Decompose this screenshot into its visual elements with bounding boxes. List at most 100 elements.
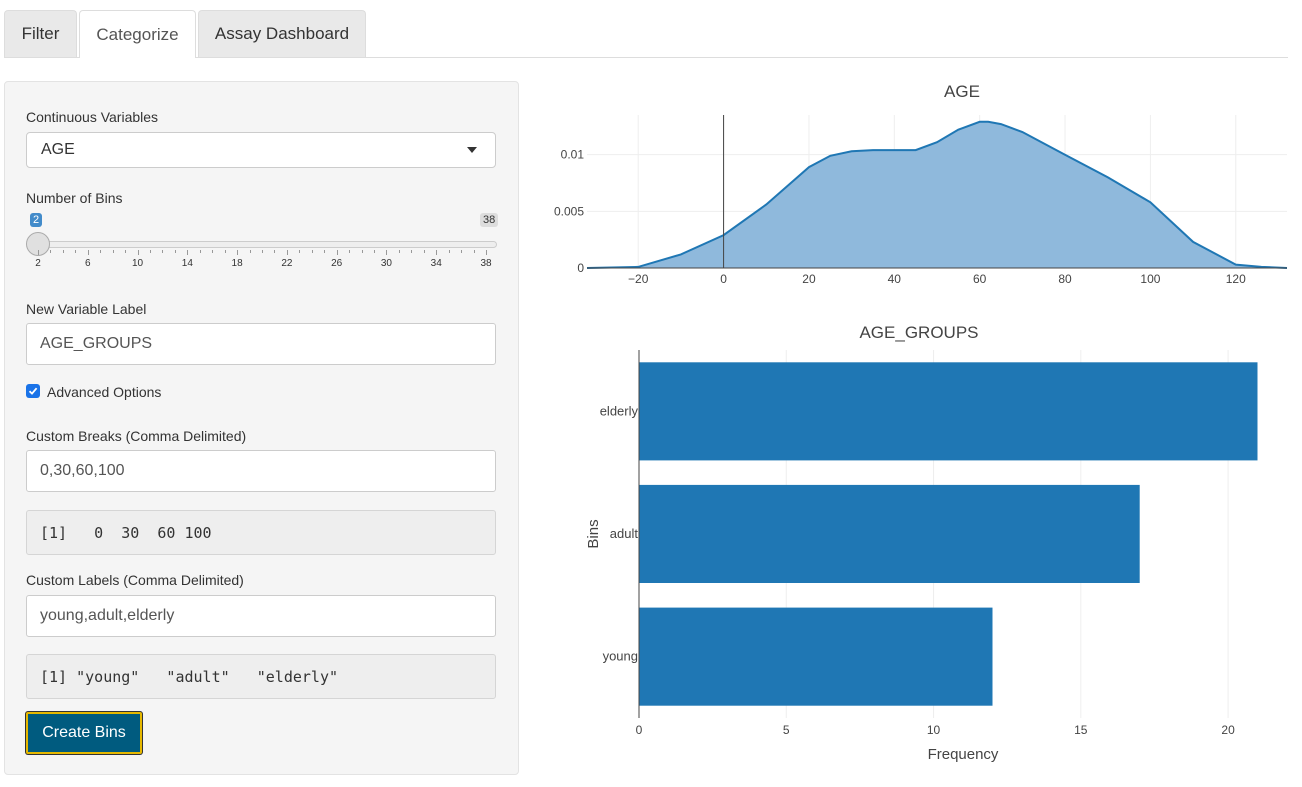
slider-tick bbox=[486, 250, 487, 255]
bins-slider-track[interactable] bbox=[35, 241, 497, 248]
slider-minor-tick bbox=[162, 250, 164, 253]
y-tick-label: 0 bbox=[577, 261, 584, 275]
slider-minor-tick bbox=[125, 250, 127, 253]
number-of-bins-label: Number of Bins bbox=[26, 190, 123, 206]
slider-minor-tick bbox=[100, 250, 102, 253]
slider-tick bbox=[237, 250, 239, 255]
density-area bbox=[587, 121, 1287, 268]
continuous-variables-value: AGE bbox=[41, 141, 75, 158]
slider-minor-tick bbox=[324, 250, 326, 253]
slider-minor-tick bbox=[274, 250, 276, 253]
slider-max-badge: 38 bbox=[480, 213, 499, 227]
chart-title: AGE_GROUPS bbox=[859, 323, 978, 342]
category-label: young bbox=[603, 649, 638, 664]
age-density-chart: −20 0 20 40 60 80 100 120 0 0.005 0.01 AGE bbox=[554, 82, 1288, 286]
slider-min-badge: 2 bbox=[30, 213, 43, 227]
continuous-variables-label: Continuous Variables bbox=[26, 109, 159, 125]
slider-tick bbox=[436, 250, 438, 255]
slider-tick-label: 26 bbox=[331, 258, 343, 269]
slider-minor-tick bbox=[262, 250, 263, 253]
slider-tick-label: 14 bbox=[181, 258, 193, 269]
custom-breaks-output: [1] 0 30 60 100 bbox=[26, 510, 496, 555]
slider-minor-tick bbox=[448, 250, 450, 253]
age-groups-bar-chart: young adult elderly 0 5 10 15 20 Frequency Bins AG… bbox=[585, 323, 1258, 763]
slider-tick-label: 22 bbox=[281, 258, 293, 269]
x-tick-label: 40 bbox=[888, 272, 902, 286]
slider-minor-tick bbox=[374, 250, 375, 253]
sidebar-panel: Continuous Variables AGE Number of Bins … bbox=[4, 81, 519, 775]
slider-minor-tick bbox=[212, 250, 214, 253]
tab-bar: Filter Categorize Assay Dashboard bbox=[4, 10, 1288, 58]
slider-minor-tick bbox=[249, 250, 251, 253]
slider-tick bbox=[336, 250, 338, 255]
custom-labels-input[interactable]: young,adult,elderly bbox=[26, 595, 496, 637]
slider-tick-label: 10 bbox=[131, 258, 144, 269]
slider-minor-tick bbox=[75, 250, 77, 253]
x-tick-label: 120 bbox=[1226, 272, 1246, 286]
slider-minor-tick bbox=[473, 250, 475, 253]
continuous-variables-select[interactable]: AGE bbox=[26, 132, 496, 168]
slider-minor-tick bbox=[199, 250, 201, 253]
slider-tick bbox=[286, 250, 288, 255]
slider-tick bbox=[386, 250, 388, 255]
slider-minor-tick bbox=[398, 250, 400, 253]
slider-tick-label: 2 bbox=[35, 258, 41, 269]
advanced-options-checkbox[interactable] bbox=[26, 384, 40, 398]
slider-minor-tick bbox=[411, 250, 413, 253]
checkmark-icon bbox=[28, 387, 38, 395]
slider-minor-tick bbox=[112, 250, 114, 253]
bar-young bbox=[639, 607, 993, 706]
tab-assay-dashboard[interactable]: Assay Dashboard bbox=[198, 10, 366, 57]
x-axis-label: Frequency bbox=[928, 746, 999, 763]
y-axis-label: Bins bbox=[585, 519, 602, 548]
slider-minor-tick bbox=[423, 250, 425, 253]
slider-tick bbox=[38, 250, 39, 255]
x-tick-label: 10 bbox=[927, 723, 941, 737]
category-label: elderly bbox=[600, 403, 639, 418]
x-tick-label: 20 bbox=[1221, 723, 1235, 737]
slider-tick-label: 30 bbox=[380, 258, 392, 269]
tab-categorize[interactable]: Categorize bbox=[79, 10, 196, 58]
tab-filter[interactable]: Filter bbox=[4, 10, 77, 57]
custom-breaks-input[interactable]: 0,30,60,100 bbox=[26, 450, 496, 492]
create-bins-button[interactable]: Create Bins bbox=[26, 712, 142, 754]
new-variable-label: New Variable Label bbox=[26, 301, 147, 317]
slider-tick-label: 6 bbox=[84, 258, 91, 269]
slider-minor-tick bbox=[174, 250, 176, 253]
new-variable-input[interactable]: AGE_GROUPS bbox=[26, 323, 496, 365]
slider-tick-label: 18 bbox=[231, 258, 243, 269]
slider-tick-label: 34 bbox=[430, 258, 442, 269]
slider-minor-tick bbox=[50, 250, 52, 253]
slider-minor-tick bbox=[461, 250, 463, 253]
x-tick-label: 0 bbox=[636, 723, 643, 737]
slider-minor-tick bbox=[299, 250, 301, 253]
chevron-down-icon bbox=[467, 147, 477, 153]
slider-tick bbox=[137, 250, 139, 255]
slider-tick-label: 38 bbox=[480, 258, 492, 269]
x-tick-label: 60 bbox=[973, 272, 987, 286]
custom-labels-label: Custom Labels (Comma Delimited) bbox=[26, 572, 244, 588]
slider-tick bbox=[187, 250, 189, 255]
bar-elderly bbox=[639, 362, 1258, 461]
category-label: adult bbox=[610, 526, 639, 541]
chart-title: AGE bbox=[944, 82, 980, 101]
x-tick-label: 80 bbox=[1058, 272, 1072, 286]
x-tick-label: 100 bbox=[1140, 272, 1160, 286]
slider-minor-tick bbox=[361, 250, 363, 253]
slider-minor-tick bbox=[224, 250, 226, 253]
x-tick-label: −20 bbox=[628, 272, 649, 286]
slider-minor-tick bbox=[150, 250, 151, 253]
y-tick-label: 0.005 bbox=[554, 204, 584, 218]
x-tick-label: 5 bbox=[783, 723, 790, 737]
advanced-options-label[interactable]: Advanced Options bbox=[47, 384, 161, 400]
x-tick-label: 15 bbox=[1074, 723, 1088, 737]
x-tick-label: 0 bbox=[720, 272, 727, 286]
slider-minor-tick bbox=[62, 250, 64, 253]
bar-adult bbox=[639, 484, 1140, 583]
custom-breaks-label: Custom Breaks (Comma Delimited) bbox=[26, 428, 247, 444]
slider-minor-tick bbox=[311, 250, 313, 253]
x-tick-label: 20 bbox=[802, 272, 816, 286]
y-tick-label: 0.01 bbox=[561, 148, 585, 162]
slider-tick bbox=[87, 250, 89, 255]
slider-minor-tick bbox=[349, 250, 351, 253]
